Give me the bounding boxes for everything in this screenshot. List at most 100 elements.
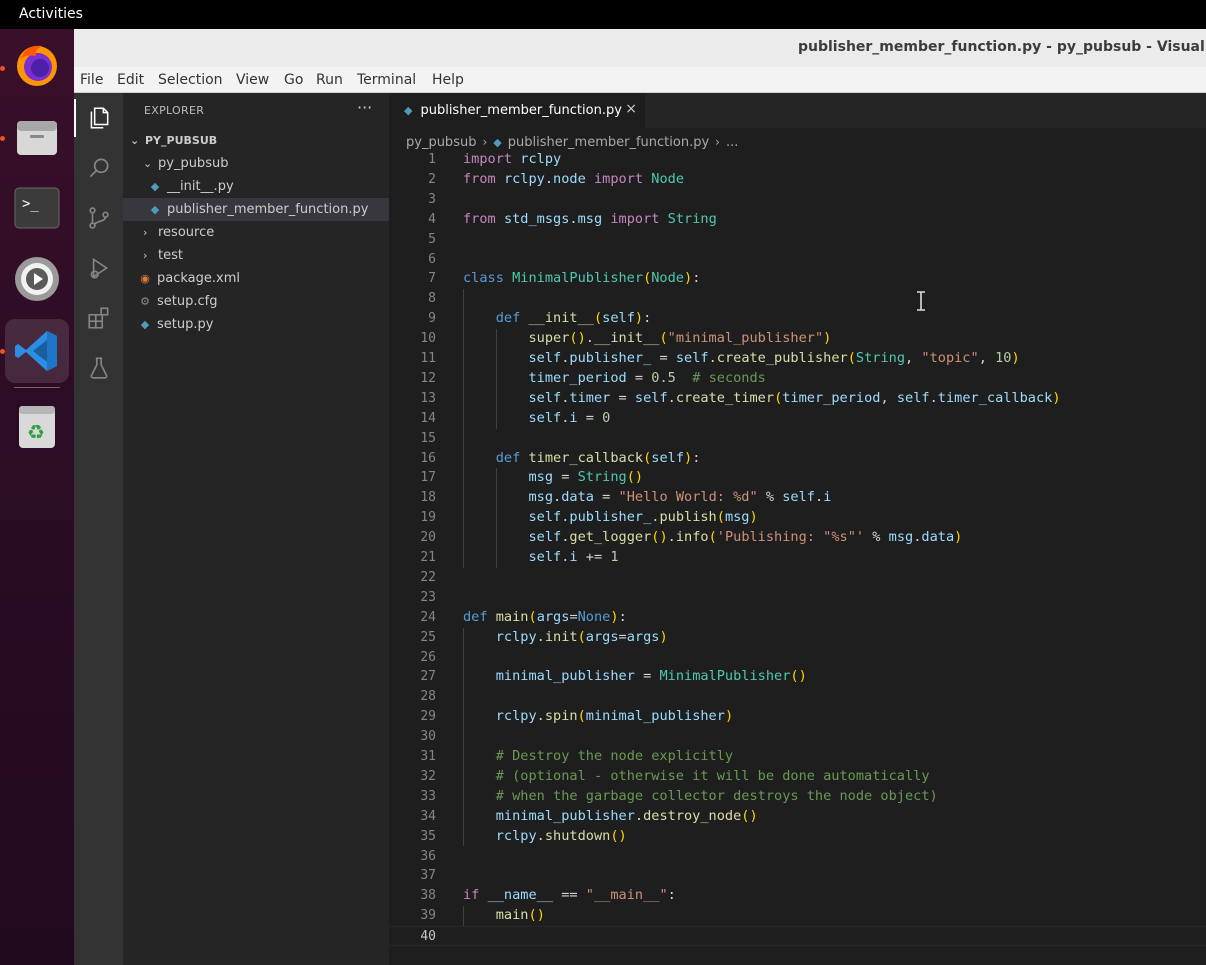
vscode-window: publisher_member_function.py - py_pubsub…: [74, 29, 1206, 965]
code-line[interactable]: 5: [389, 230, 1206, 250]
dock-files[interactable]: [5, 105, 69, 169]
code-line[interactable]: 30: [389, 727, 1206, 747]
code-line[interactable]: 1 import rclpy: [389, 150, 1206, 170]
code-line[interactable]: 40: [389, 926, 1206, 946]
chevron-down-icon: ⌄: [143, 157, 153, 170]
code-line[interactable]: 18 msg.data = "Hello World: %d" % self.i: [389, 488, 1206, 508]
code-line[interactable]: 6: [389, 250, 1206, 270]
code-line[interactable]: 32 # (optional - otherwise it will be do…: [389, 767, 1206, 787]
code-line[interactable]: 37: [389, 866, 1206, 886]
code-line[interactable]: 33 # when the garbage collector destroys…: [389, 787, 1206, 807]
code-line[interactable]: 27 minimal_publisher = MinimalPublisher(…: [389, 667, 1206, 687]
code-text: class MinimalPublisher(Node):: [463, 270, 701, 287]
code-line[interactable]: 19 self.publisher_.publish(msg): [389, 508, 1206, 528]
code-line[interactable]: 13 self.timer = self.create_timer(timer_…: [389, 389, 1206, 409]
tree-file-setup-cfg[interactable]: ⚙ setup.cfg: [123, 290, 389, 313]
code-line[interactable]: 17 msg = String(): [389, 468, 1206, 488]
code-line[interactable]: 38 if __name__ == "__main__":: [389, 886, 1206, 906]
code-line[interactable]: 34 minimal_publisher.destroy_node(): [389, 807, 1206, 827]
line-number: 20: [420, 530, 436, 546]
dock-terminal[interactable]: >_: [5, 176, 69, 240]
menu-terminal[interactable]: Terminal: [357, 72, 416, 88]
tree-file-setup-py[interactable]: ◆ setup.py: [123, 313, 389, 336]
code-line[interactable]: 3: [389, 190, 1206, 210]
breadcrumb-file[interactable]: publisher_member_function.py: [508, 135, 709, 150]
source-control-button[interactable]: [84, 203, 114, 233]
tree-item-label: package.xml: [157, 271, 240, 286]
code-line[interactable]: 9 def __init__(self):: [389, 309, 1206, 329]
code-text: super().__init__("minimal_publisher"): [528, 330, 832, 347]
tree-file-package-xml[interactable]: ◉ package.xml: [123, 267, 389, 290]
code-line[interactable]: 20 self.get_logger().info('Publishing: "…: [389, 528, 1206, 548]
code-text: msg.data = "Hello World: %d" % self.i: [528, 489, 832, 506]
dock-firefox[interactable]: [5, 33, 69, 97]
breadcrumb-more[interactable]: ...: [726, 135, 738, 150]
menu-view[interactable]: View: [236, 72, 269, 88]
code-line[interactable]: 21 self.i += 1: [389, 548, 1206, 568]
code-line[interactable]: 29 rclpy.spin(minimal_publisher): [389, 707, 1206, 727]
testing-button[interactable]: [84, 353, 114, 383]
code-line[interactable]: 25 rclpy.init(args=args): [389, 628, 1206, 648]
code-line[interactable]: 2 from rclpy.node import Node: [389, 170, 1206, 190]
code-line[interactable]: 35 rclpy.shutdown(): [389, 827, 1206, 847]
code-line[interactable]: 14 self.i = 0: [389, 409, 1206, 429]
tree-file-init[interactable]: ◆ __init__.py: [123, 175, 389, 198]
menu-run[interactable]: Run: [316, 72, 343, 88]
code-line[interactable]: 23: [389, 588, 1206, 608]
tree-folder-resource[interactable]: › resource: [123, 221, 389, 244]
tree-item-label: py_pubsub: [158, 156, 229, 171]
code-line[interactable]: 22: [389, 568, 1206, 588]
line-number: 9: [428, 311, 436, 327]
code-line[interactable]: 28: [389, 687, 1206, 707]
search-button[interactable]: [84, 153, 114, 183]
dock-vscode[interactable]: [5, 319, 69, 383]
menu-help[interactable]: Help: [432, 72, 464, 88]
editor-area: ◆ publisher_member_function.py × py_pubs…: [389, 93, 1206, 965]
explorer-button[interactable]: [84, 103, 114, 133]
line-number: 24: [420, 609, 436, 625]
more-actions-button[interactable]: ···: [357, 98, 372, 117]
code-line[interactable]: 26: [389, 648, 1206, 668]
terminal-icon: >_: [14, 187, 60, 229]
tree-file-publisher[interactable]: ◆ publisher_member_function.py: [123, 198, 389, 221]
line-number: 28: [420, 689, 436, 705]
code-line[interactable]: 24 def main(args=None):: [389, 608, 1206, 628]
menu-file[interactable]: File: [80, 72, 103, 88]
dock-trash[interactable]: ♻: [5, 395, 69, 459]
run-debug-button[interactable]: [84, 253, 114, 283]
files-icon: [17, 121, 57, 155]
chevron-down-icon: ⌄: [130, 134, 140, 147]
extensions-icon: [88, 307, 109, 329]
code-line[interactable]: 4 from std_msgs.msg import String: [389, 210, 1206, 230]
trash-icon: ♻: [19, 406, 55, 448]
line-number: 18: [420, 490, 436, 506]
code-line[interactable]: 8: [389, 289, 1206, 309]
close-icon[interactable]: ×: [625, 101, 637, 117]
project-root[interactable]: ⌄ PY_PUBSUB: [123, 129, 389, 152]
tree-folder-py-pubsub[interactable]: ⌄ py_pubsub: [123, 152, 389, 175]
code-line[interactable]: 15: [389, 429, 1206, 449]
dock-settings[interactable]: [5, 247, 69, 311]
text-cursor-icon: [917, 291, 925, 311]
tree-folder-test[interactable]: › test: [123, 244, 389, 267]
code-line[interactable]: 31 # Destroy the node explicitly: [389, 747, 1206, 767]
code-text: # when the garbage collector destroys th…: [495, 787, 938, 804]
activities-button[interactable]: Activities: [19, 6, 83, 22]
extensions-button[interactable]: [84, 303, 114, 333]
svg-text:♻: ♻: [27, 420, 45, 444]
code-line[interactable]: 39 main(): [389, 906, 1206, 926]
source-control-icon: [89, 207, 109, 229]
line-number: 33: [420, 788, 436, 804]
code-line[interactable]: 12 timer_period = 0.5 # seconds: [389, 369, 1206, 389]
title-bar[interactable]: publisher_member_function.py - py_pubsub…: [74, 29, 1206, 67]
code-line[interactable]: 10 super().__init__("minimal_publisher"): [389, 329, 1206, 349]
code-line[interactable]: 7 class MinimalPublisher(Node):: [389, 269, 1206, 289]
code-line[interactable]: 11 self.publisher_ = self.create_publish…: [389, 349, 1206, 369]
code-line[interactable]: 36: [389, 847, 1206, 867]
menu-go[interactable]: Go: [284, 72, 303, 88]
menu-selection[interactable]: Selection: [158, 72, 223, 88]
tab-publisher-member-function[interactable]: ◆ publisher_member_function.py ×: [389, 93, 645, 128]
menu-edit[interactable]: Edit: [117, 72, 144, 88]
code-line[interactable]: 16 def timer_callback(self):: [389, 449, 1206, 469]
breadcrumb-folder[interactable]: py_pubsub: [406, 135, 476, 150]
